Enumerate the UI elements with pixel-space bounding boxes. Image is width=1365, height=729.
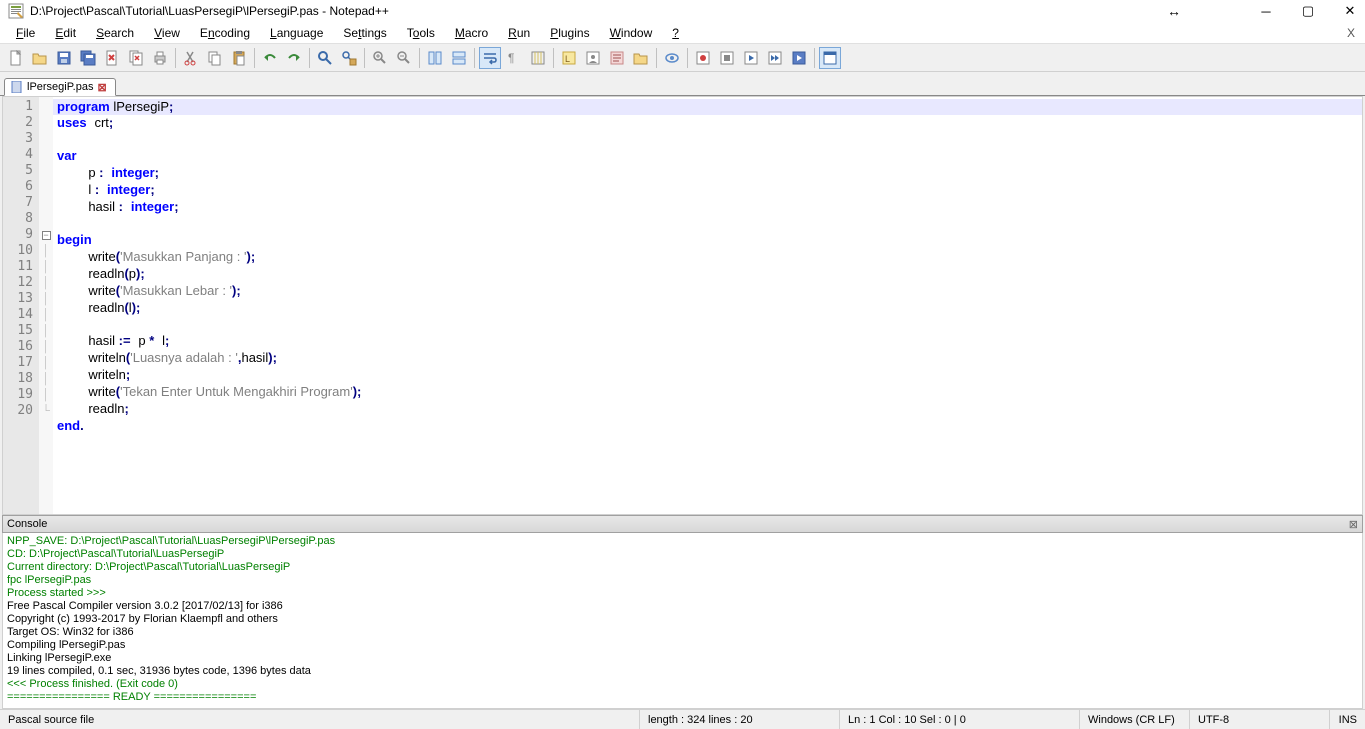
menu-settings[interactable]: Settings [335, 24, 394, 42]
zoom-out-icon[interactable] [393, 47, 415, 69]
status-length: length : 324 lines : 20 [640, 710, 840, 729]
console-toggle-icon[interactable] [819, 47, 841, 69]
stop-macro-icon[interactable] [716, 47, 738, 69]
line-number-gutter: 1234567891011121314151617181920 [3, 97, 39, 514]
play-macro-icon[interactable] [740, 47, 762, 69]
copy-icon[interactable] [204, 47, 226, 69]
redo-icon[interactable] [283, 47, 305, 69]
tab-label: lPersegiP.pas [27, 81, 93, 93]
menu-help[interactable]: ? [664, 24, 687, 42]
statusbar: Pascal source file length : 324 lines : … [0, 709, 1365, 729]
func-list-icon[interactable] [606, 47, 628, 69]
wordwrap-icon[interactable] [479, 47, 501, 69]
menubar-close-icon[interactable]: X [1347, 26, 1355, 40]
svg-text:L: L [565, 54, 570, 64]
tabbar: lPersegiP.pas ⊠ [0, 72, 1365, 96]
resize-arrows-icon[interactable]: ↔ [1167, 4, 1181, 18]
menu-plugins[interactable]: Plugins [542, 24, 597, 42]
zoom-in-icon[interactable] [369, 47, 391, 69]
save-macro-icon[interactable] [788, 47, 810, 69]
record-macro-icon[interactable] [692, 47, 714, 69]
save-all-icon[interactable] [77, 47, 99, 69]
replace-icon[interactable] [338, 47, 360, 69]
menu-view[interactable]: View [146, 24, 188, 42]
status-filetype: Pascal source file [0, 710, 640, 729]
editor[interactable]: 1234567891011121314151617181920 −│││││││… [2, 96, 1363, 515]
find-icon[interactable] [314, 47, 336, 69]
window-title: D:\Project\Pascal\Tutorial\LuasPersegiP\… [30, 4, 1167, 18]
console-header[interactable]: Console ⊠ [2, 515, 1363, 533]
print-icon[interactable] [149, 47, 171, 69]
menu-encoding[interactable]: Encoding [192, 24, 258, 42]
console-title: Console [7, 518, 47, 530]
save-icon[interactable] [53, 47, 75, 69]
menu-window[interactable]: Window [602, 24, 661, 42]
status-position: Ln : 1 Col : 10 Sel : 0 | 0 [840, 710, 1080, 729]
doc-map-icon[interactable] [582, 47, 604, 69]
close-button[interactable]: ✕ [1343, 4, 1357, 18]
menu-tools[interactable]: Tools [399, 24, 443, 42]
menubar: File Edit Search View Encoding Language … [0, 22, 1365, 44]
play-multi-icon[interactable] [764, 47, 786, 69]
new-file-icon[interactable] [5, 47, 27, 69]
lang-user-icon[interactable]: L [558, 47, 580, 69]
paste-icon[interactable] [228, 47, 250, 69]
menu-search[interactable]: Search [88, 24, 142, 42]
close-all-icon[interactable] [125, 47, 147, 69]
svg-text:¶: ¶ [508, 51, 514, 65]
cut-icon[interactable] [180, 47, 202, 69]
tab-file-icon [11, 81, 23, 93]
menu-macro[interactable]: Macro [447, 24, 496, 42]
menu-file[interactable]: File [8, 24, 43, 42]
tab-lpersegip[interactable]: lPersegiP.pas ⊠ [4, 78, 116, 96]
open-file-icon[interactable] [29, 47, 51, 69]
toolbar: ¶ L [0, 44, 1365, 72]
sync-h-icon[interactable] [448, 47, 470, 69]
close-file-icon[interactable] [101, 47, 123, 69]
status-eol[interactable]: Windows (CR LF) [1080, 710, 1190, 729]
undo-icon[interactable] [259, 47, 281, 69]
titlebar: D:\Project\Pascal\Tutorial\LuasPersegiP\… [0, 0, 1365, 22]
tab-close-icon[interactable]: ⊠ [97, 81, 109, 93]
fold-gutter[interactable]: −││││││││││└ [39, 97, 53, 514]
status-encoding[interactable]: UTF-8 [1190, 710, 1330, 729]
console-output[interactable]: NPP_SAVE: D:\Project\Pascal\Tutorial\Lua… [2, 533, 1363, 709]
app-icon [8, 3, 24, 19]
maximize-button[interactable]: ▢ [1301, 4, 1315, 18]
show-all-chars-icon[interactable]: ¶ [503, 47, 525, 69]
console-close-icon[interactable]: ⊠ [1349, 518, 1358, 531]
status-insert[interactable]: INS [1330, 710, 1365, 729]
sync-v-icon[interactable] [424, 47, 446, 69]
indent-guide-icon[interactable] [527, 47, 549, 69]
minimize-button[interactable]: ─ [1259, 4, 1273, 18]
folder-workspace-icon[interactable] [630, 47, 652, 69]
code-area[interactable]: program lPersegiP;uses crt; var p : inte… [53, 97, 1362, 514]
menu-run[interactable]: Run [500, 24, 538, 42]
menu-language[interactable]: Language [262, 24, 331, 42]
menu-edit[interactable]: Edit [47, 24, 84, 42]
monitor-icon[interactable] [661, 47, 683, 69]
